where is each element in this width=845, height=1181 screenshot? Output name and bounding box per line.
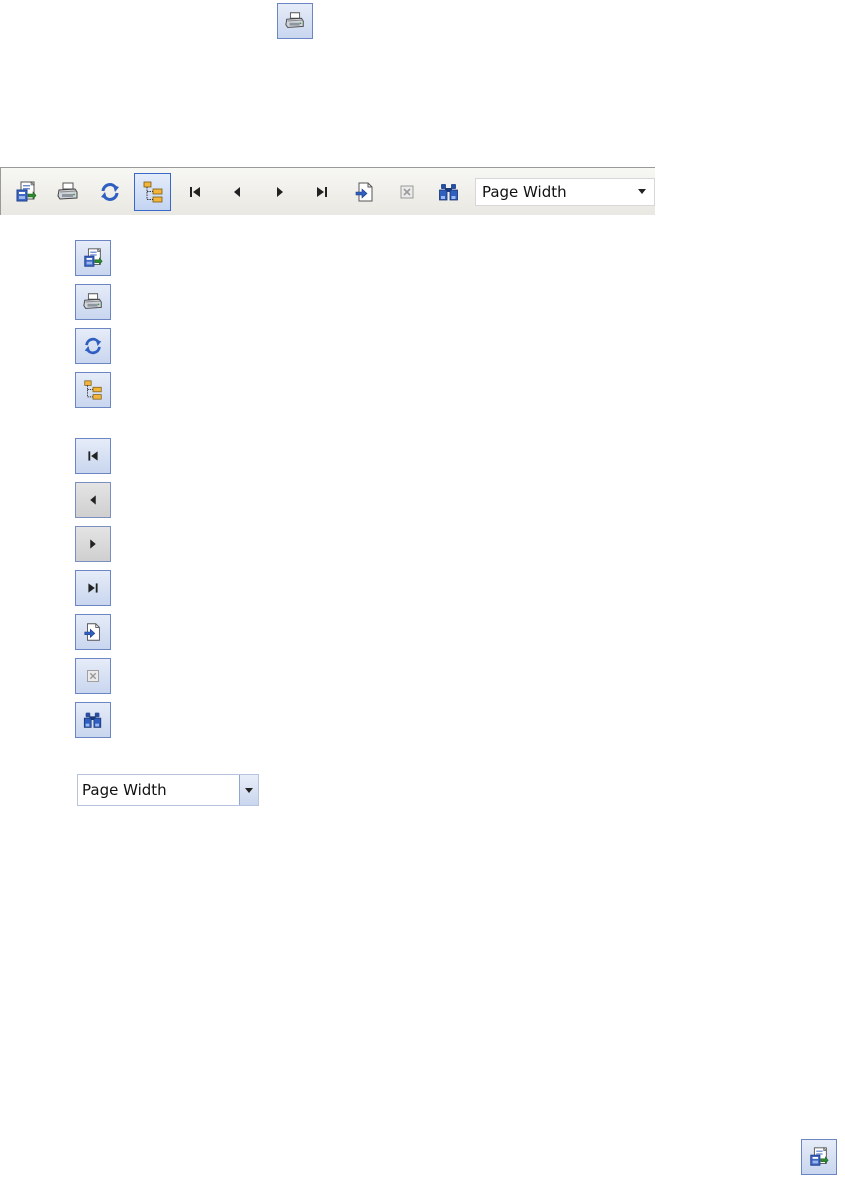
refresh-icon	[82, 335, 104, 357]
legend-zoom-select-value: Page Width	[82, 781, 167, 799]
legend-close-view-button[interactable]	[75, 658, 111, 694]
refresh-button[interactable]	[92, 173, 129, 211]
close-view-icon	[395, 180, 419, 204]
zoom-select[interactable]: Page Width	[474, 177, 655, 206]
previous-page-icon	[225, 180, 249, 204]
dropdown-arrow[interactable]	[239, 775, 258, 805]
chevron-down-icon	[637, 189, 646, 194]
legend-refresh-button[interactable]	[75, 328, 111, 364]
next-page-icon	[268, 180, 292, 204]
chevron-down-icon	[245, 787, 253, 793]
export-icon	[808, 1146, 830, 1168]
close-view-icon	[82, 665, 104, 687]
previous-page-icon	[82, 489, 104, 511]
last-page-button[interactable]	[304, 173, 341, 211]
legend-last-page-button[interactable]	[75, 570, 111, 606]
legend-first-page-button[interactable]	[75, 438, 111, 474]
first-page-icon	[82, 445, 104, 467]
print-icon	[82, 291, 104, 313]
legend-go-to-page-button[interactable]	[75, 614, 111, 650]
legend-find-button[interactable]	[75, 702, 111, 738]
last-page-icon	[82, 577, 104, 599]
legend-zoom-select[interactable]: Page Width	[77, 774, 259, 806]
next-page-button[interactable]	[261, 173, 298, 211]
refresh-icon	[98, 180, 122, 204]
legend-previous-page-button[interactable]	[75, 482, 111, 518]
legend-next-page-button[interactable]	[75, 526, 111, 562]
search-binoculars-icon	[437, 180, 461, 204]
print-icon	[56, 180, 80, 204]
export-button-bottom[interactable]	[801, 1139, 837, 1175]
go-to-page-icon	[82, 621, 104, 643]
export-icon	[14, 180, 38, 204]
toggle-group-tree-button[interactable]	[134, 172, 172, 211]
legend-export-button[interactable]	[75, 240, 111, 276]
last-page-icon	[310, 180, 334, 204]
zoom-select-value: Page Width	[481, 182, 567, 201]
export-button[interactable]	[7, 173, 44, 211]
print-button-standalone[interactable]	[277, 3, 313, 39]
print-button[interactable]	[49, 173, 86, 211]
report-viewer-toolbar: Page Width	[0, 167, 655, 215]
group-tree-icon	[82, 379, 104, 401]
search-binoculars-icon	[82, 709, 104, 731]
legend-group-tree-button[interactable]	[75, 372, 111, 408]
export-icon	[82, 247, 104, 269]
go-to-page-button[interactable]	[346, 173, 383, 211]
group-tree-icon	[141, 180, 165, 204]
print-icon	[284, 10, 306, 32]
next-page-icon	[82, 533, 104, 555]
first-page-button[interactable]	[176, 173, 213, 211]
close-view-button[interactable]	[388, 173, 425, 211]
first-page-icon	[183, 180, 207, 204]
find-button[interactable]	[431, 173, 468, 211]
go-to-page-icon	[353, 180, 377, 204]
legend-print-button[interactable]	[75, 284, 111, 320]
previous-page-button[interactable]	[219, 173, 256, 211]
